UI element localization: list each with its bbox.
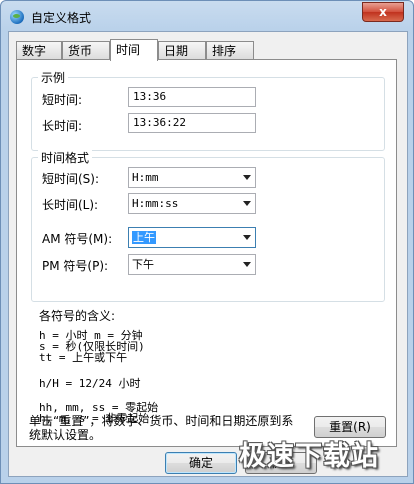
legend-line-3: tt = 上午或下午 [39, 351, 128, 364]
tab-date[interactable]: 日期 [158, 41, 206, 59]
example-long-value: 13:36:22 [128, 113, 256, 133]
dialog-window: 自定义格式 x 数字 货币 时间 日期 排序 示例 短时间: 13:36 长时间… [0, 0, 414, 484]
time-tab-panel: 示例 短时间: 13:36 长时间: 13:36:22 时间格式 短时间(S):… [16, 59, 397, 447]
am-symbol-value[interactable]: 上午 [132, 231, 156, 244]
chevron-down-icon [243, 201, 251, 206]
title-bar[interactable]: 自定义格式 x [1, 1, 413, 31]
long-time-combo[interactable]: H:mm:ss [128, 193, 256, 214]
time-format-group: 时间格式 短时间(S): H:mm 长时间(L): H:mm:ss AM 符号(… [31, 149, 385, 302]
chevron-down-icon [243, 262, 251, 267]
example-group: 示例 短时间: 13:36 长时间: 13:36:22 [31, 69, 385, 151]
watermark-logo: 极速下载站 [239, 441, 379, 472]
short-time-combo[interactable]: H:mm [128, 167, 256, 188]
am-symbol-combo[interactable]: 上午 [128, 227, 256, 248]
time-format-group-title: 时间格式 [38, 149, 93, 166]
globe-icon [10, 10, 24, 24]
example-long-label: 长时间: [42, 119, 83, 133]
tab-time[interactable]: 时间 [110, 39, 158, 61]
dialog-client: 数字 货币 时间 日期 排序 示例 短时间: 13:36 长时间: 13:36:… [8, 31, 408, 477]
example-short-value: 13:36 [128, 87, 256, 107]
window-title: 自定义格式 [31, 11, 92, 25]
short-time-label: 短时间(S): [42, 172, 100, 186]
long-time-label: 长时间(L): [42, 198, 99, 212]
tab-currency[interactable]: 货币 [62, 41, 110, 59]
reset-description-line2: 统默认设置。 [29, 428, 102, 442]
legend-line-4: h/H = 12/24 小时 [39, 377, 141, 390]
ok-button[interactable]: 确定 [165, 452, 237, 474]
chevron-down-icon [243, 175, 251, 180]
pm-symbol-label: PM 符号(P): [42, 259, 109, 273]
short-time-value: H:mm [132, 171, 159, 184]
reset-button[interactable]: 重置(R) [314, 416, 386, 438]
pm-symbol-value: 下午 [132, 258, 154, 271]
legend-title: 各符号的含义: [39, 309, 116, 323]
tab-sort[interactable]: 排序 [206, 41, 254, 59]
am-symbol-label: AM 符号(M): [42, 232, 113, 246]
long-time-value: H:mm:ss [132, 197, 179, 210]
example-group-title: 示例 [38, 69, 69, 86]
pm-symbol-combo[interactable]: 下午 [128, 254, 256, 275]
example-short-label: 短时间: [42, 93, 83, 107]
chevron-down-icon [243, 235, 251, 240]
close-button[interactable]: x [362, 2, 404, 22]
tab-number[interactable]: 数字 [16, 41, 62, 59]
